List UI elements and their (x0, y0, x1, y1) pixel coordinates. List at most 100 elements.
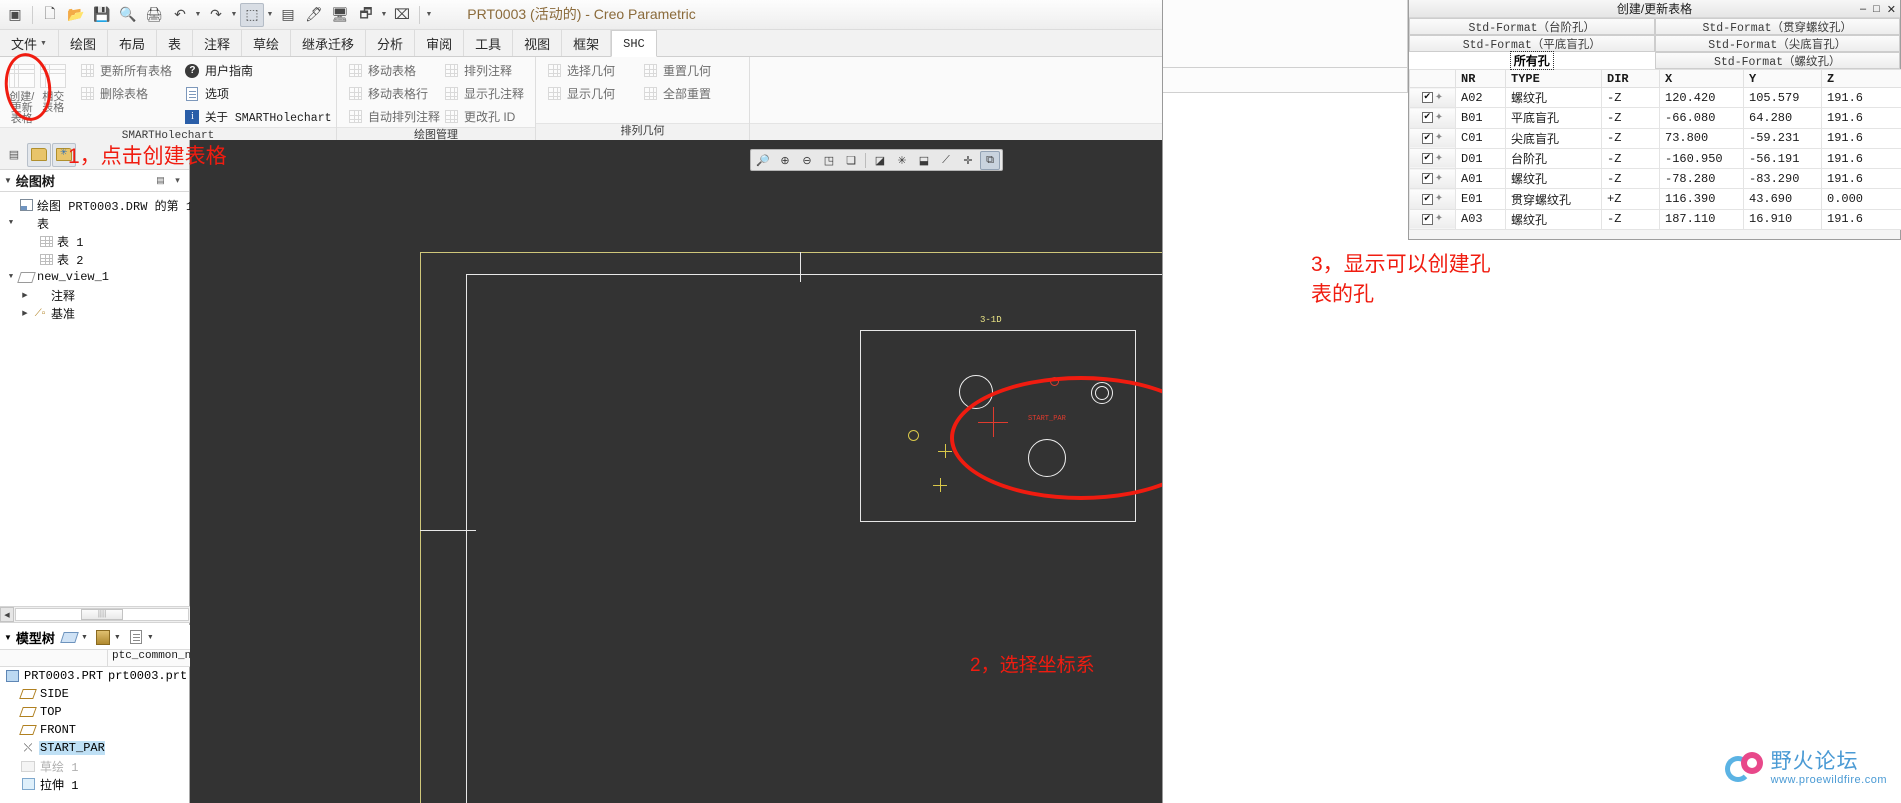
tab-tools[interactable]: 工具 (464, 30, 514, 56)
model-tree-item-part[interactable]: PRT0003.PRT prt0003.prt (0, 667, 190, 685)
print-preview-icon[interactable]: 🔍 (116, 3, 140, 27)
hole-marker-c01[interactable] (938, 444, 952, 458)
options-button[interactable]: 选项 (180, 83, 330, 104)
change-hole-id-button[interactable]: 更改孔 ID (439, 106, 529, 127)
repaint-icon[interactable]: ❏ (841, 151, 861, 170)
maximize-icon[interactable]: □ (1873, 3, 1880, 15)
zoom-out-icon[interactable]: ⊖ (797, 151, 817, 170)
checkbox[interactable]: ✔ (1421, 173, 1433, 185)
app-menu-icon[interactable]: ▣ (3, 3, 27, 27)
point-display-icon[interactable]: ✛ (958, 151, 978, 170)
row-checkbox-cell[interactable]: ✔ ✦ (1409, 147, 1456, 170)
tree-item-new-view-1[interactable]: ▼ new_view_1 (0, 268, 189, 286)
chevron-down-icon[interactable]: ▼ (114, 634, 121, 641)
table-row[interactable]: ✔ ✦ A03 螺纹孔 -Z 187.110 16.910 191.6 (1409, 208, 1901, 231)
update-all-tables-button[interactable]: 更新所有表格 (75, 60, 176, 81)
format-button-through-threaded-hole[interactable]: Std-Format（贯穿螺纹孔） (1654, 18, 1900, 35)
chevron-right-icon[interactable]: ▶ (18, 309, 32, 318)
checkbox[interactable]: ✔ (1421, 92, 1433, 104)
layer-icon[interactable]: ▤ (276, 3, 300, 27)
model-tree-item-side[interactable]: SIDE (0, 685, 190, 703)
table-row[interactable]: ✔ ✦ E01 贯穿螺纹孔 +Z 116.390 43.690 0.000 (1409, 188, 1901, 210)
table-row[interactable]: ✔ ✦ C01 尖底盲孔 -Z 73.800 -59.231 191.6 (1409, 127, 1901, 149)
undo-dropdown-icon[interactable]: ▼ (193, 3, 203, 27)
tab-file[interactable]: 文件 ▼ (0, 30, 59, 56)
table-row[interactable]: ✔ ✦ D01 台阶孔 -Z -160.950 -56.191 191.6 (1409, 147, 1901, 170)
tree-columns-icon[interactable] (127, 628, 145, 646)
chevron-down-icon[interactable]: ▼ (147, 634, 154, 641)
open-icon[interactable]: 📂 (64, 3, 88, 27)
hole-circle-b01[interactable] (908, 430, 919, 441)
scrollbar-thumb[interactable] (81, 609, 123, 620)
hole-table-col-nr[interactable]: NR (1455, 69, 1506, 88)
hole-table-col-dir[interactable]: DIR (1601, 69, 1660, 88)
hole-table-col-check[interactable] (1409, 69, 1456, 88)
checkbox[interactable]: ✔ (1421, 153, 1433, 165)
tab-drawing[interactable]: 绘图 (59, 30, 108, 56)
close-icon[interactable]: ✕ (1887, 3, 1896, 16)
delete-table-button[interactable]: 删除表格 (75, 83, 176, 104)
csys-display-icon[interactable]: ⧉ (980, 150, 1000, 170)
chevron-down-icon[interactable]: ▼ (4, 219, 18, 227)
tree-item-annotations[interactable]: ▶ 注释 (0, 286, 189, 304)
add-icon[interactable]: ✦ (1435, 173, 1443, 185)
move-table-row-button[interactable]: 移动表格行 (343, 83, 439, 104)
display-icon[interactable]: 🖥 (328, 3, 352, 27)
add-icon[interactable]: ✦ (1435, 92, 1443, 104)
table-row[interactable]: ✔ ✦ B01 平底盲孔 -Z -66.080 64.280 191.6 (1409, 107, 1901, 129)
model-tree-item-sketch-1[interactable]: 草绘 1 (0, 757, 190, 775)
chevron-down-icon[interactable]: ▼ (4, 273, 18, 281)
tab-table[interactable]: 表 (157, 30, 193, 56)
tree-item-tables[interactable]: ▼ 表 (0, 214, 189, 232)
move-table-button[interactable]: 移动表格 (343, 60, 439, 81)
model-tree-item-extrude-1[interactable]: 拉伸 1 (0, 775, 190, 793)
add-icon[interactable]: ✦ (1435, 193, 1443, 205)
checkbox[interactable]: ✔ (1421, 132, 1433, 144)
customize-toolbar-icon[interactable]: ▼ (424, 3, 434, 27)
format-button-all-holes[interactable]: 所有孔 (1409, 51, 1655, 70)
tree-item-datum[interactable]: ▶ ⟋▫ 基准 (0, 304, 189, 322)
redo-icon[interactable]: ↷ (204, 3, 228, 27)
row-checkbox-cell[interactable]: ✔ ✦ (1409, 86, 1456, 109)
select-geometry-button[interactable]: 选择几何 (542, 60, 638, 81)
minimize-icon[interactable]: – (1860, 3, 1866, 15)
add-icon[interactable]: ✦ (1435, 132, 1443, 144)
tab-inherit-migrate[interactable]: 继承迁移 (291, 30, 367, 56)
hole-table-col-y[interactable]: Y (1743, 69, 1822, 88)
tab-sketch[interactable]: 草绘 (242, 30, 292, 56)
format-button-pointed-blind-hole[interactable]: Std-Format（尖底盲孔） (1654, 35, 1900, 52)
tree-settings-icon[interactable]: ▤ (153, 173, 168, 188)
hole-marker-d01[interactable] (933, 478, 947, 492)
user-guide-button[interactable]: ? 用户指南 (180, 60, 330, 81)
row-checkbox-cell[interactable]: ✔ ✦ (1409, 127, 1456, 149)
tab-analysis[interactable]: 分析 (366, 30, 416, 56)
display-style-icon[interactable]: ◪ (870, 151, 890, 170)
arrange-note-button[interactable]: 排列注释 (439, 60, 529, 81)
tab-shc[interactable]: SHC (611, 30, 657, 57)
show-hole-note-button[interactable]: 显示孔注释 (439, 83, 529, 104)
tree-horizontal-scrollbar[interactable]: ◀ (0, 606, 190, 623)
checkbox[interactable]: ✔ (1421, 193, 1433, 205)
datum-display-icon[interactable]: ✳ (892, 151, 912, 170)
scroll-left-icon[interactable]: ◀ (0, 607, 14, 622)
about-smartholechart-button[interactable]: i 关于 SMARTHolechart (180, 106, 332, 127)
add-icon[interactable]: ✦ (1435, 153, 1443, 165)
scrollbar-track[interactable] (15, 608, 189, 621)
graphics-area[interactable]: 🔎 ⊕ ⊖ ◳ ❏ ◪ ✳ ⬓ ⟋ ✛ ⧉ 3-1D START_PAR 2，选… (190, 140, 1162, 803)
reset-all-button[interactable]: 全部重置 (638, 83, 734, 104)
chevron-right-icon[interactable]: ▶ (18, 291, 32, 300)
window-icon[interactable]: 🗗 (354, 3, 378, 27)
create-update-table-button[interactable]: 创建/更新表格 (6, 60, 37, 125)
show-tree-filters-icon[interactable]: ▤ (2, 143, 26, 167)
zoom-in-icon[interactable]: ⊕ (775, 151, 795, 170)
tree-item-table-1[interactable]: 表 1 (0, 232, 189, 250)
zoom-area-icon[interactable]: 🔎 (753, 151, 773, 170)
select-box-icon[interactable]: ⬚ (240, 2, 264, 27)
save-icon[interactable]: 💾 (90, 3, 114, 27)
refit-icon[interactable]: ◳ (819, 151, 839, 170)
format-button-threaded-hole[interactable]: Std-Format（螺纹孔） (1654, 52, 1900, 69)
checkbox[interactable]: ✔ (1421, 112, 1433, 124)
redo-dropdown-icon[interactable]: ▼ (229, 3, 239, 27)
model-display-icon[interactable] (60, 628, 80, 646)
table-row[interactable]: ✔ ✦ A01 螺纹孔 -Z -78.280 -83.290 191.6 (1409, 168, 1901, 190)
